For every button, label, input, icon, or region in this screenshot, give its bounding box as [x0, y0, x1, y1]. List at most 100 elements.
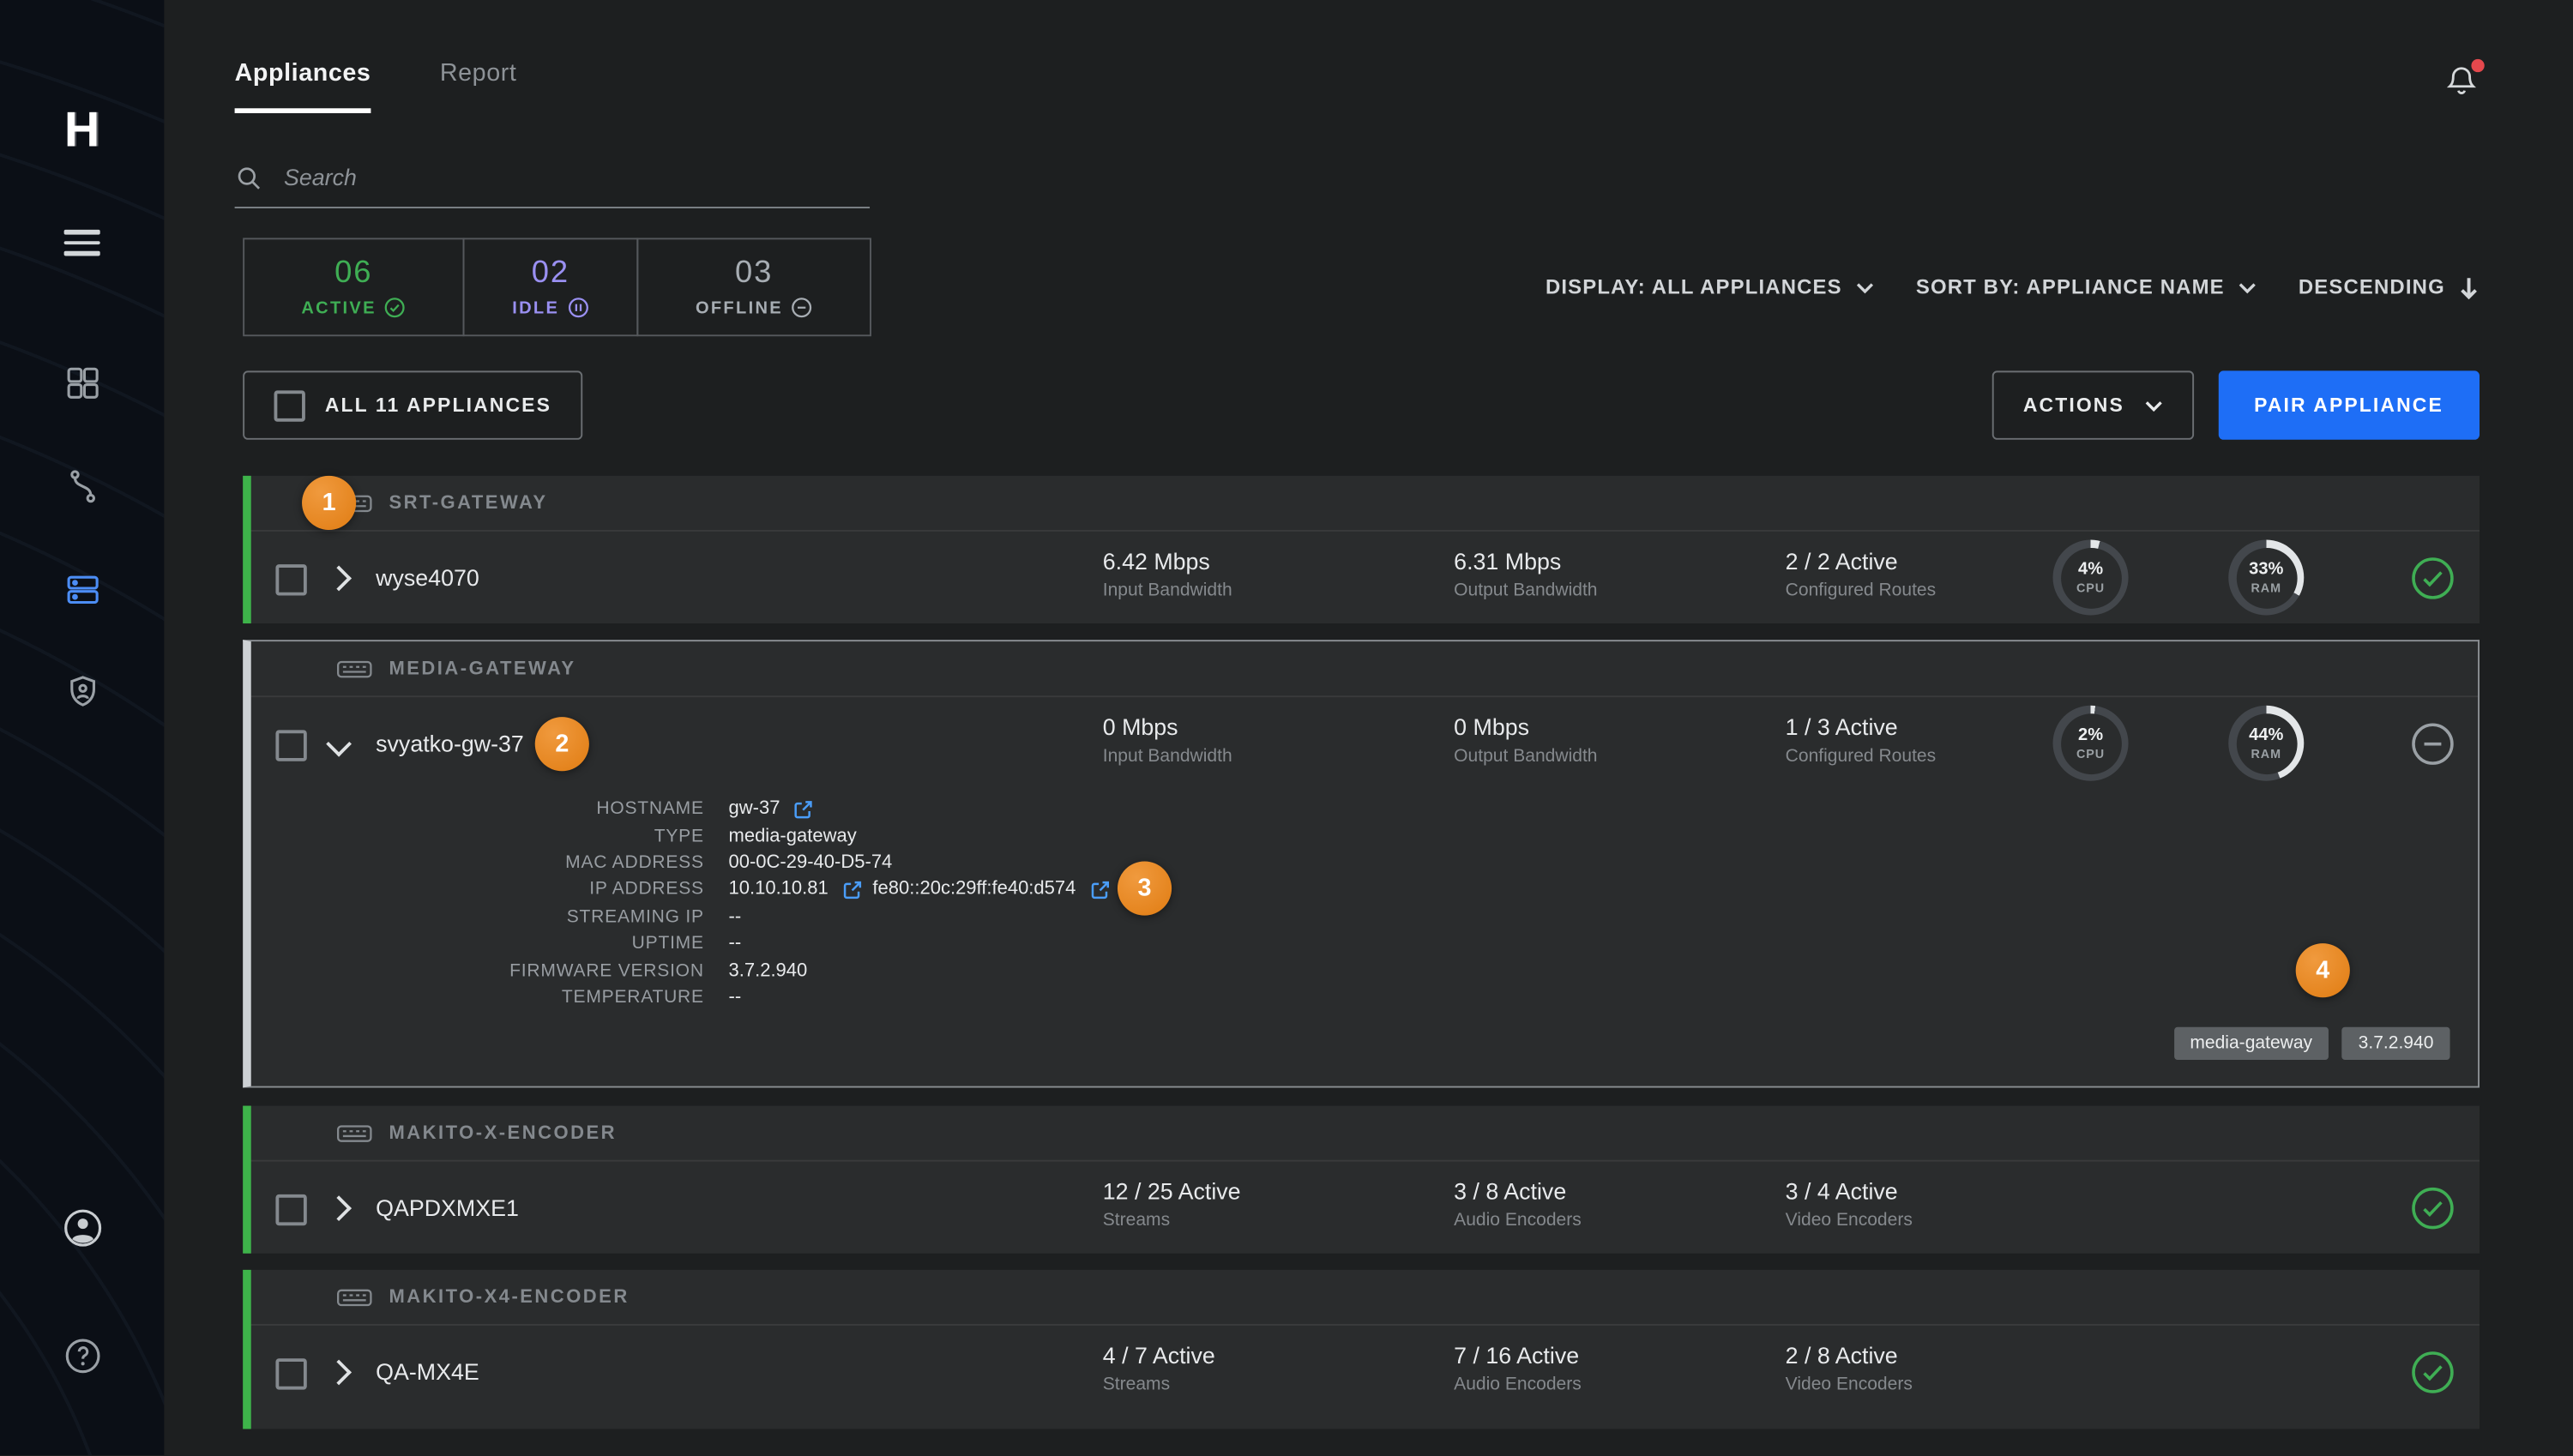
external-link-icon[interactable]: [1089, 879, 1111, 900]
chevron-down-icon: [2238, 281, 2256, 292]
detail-hostname: HOSTNAME gw-37: [251, 796, 2478, 822]
appliance-row[interactable]: wyse4070 6.42 Mbps Input Bandwidth 6.31 …: [251, 532, 2480, 625]
tag-chip: 3.7.2.940: [2342, 1027, 2450, 1060]
idle-label: IDLE: [512, 297, 588, 318]
metric-audio-encoders: 3 / 8 Active Audio Encoders: [1454, 1178, 1582, 1230]
status-offline-icon: [2411, 722, 2455, 767]
appliance-type-icon: [336, 1123, 372, 1143]
sidebar-item-routes[interactable]: [0, 466, 164, 505]
detail-type: TYPE media-gateway: [251, 822, 2478, 849]
tag-chip: media-gateway: [2173, 1027, 2329, 1060]
group-header: MAKITO-X-ENCODER: [251, 1106, 2480, 1162]
appliance-type-icon: [336, 1287, 372, 1307]
sidebar-item-security[interactable]: [0, 671, 164, 711]
appliance-name[interactable]: wyse4070: [376, 564, 479, 591]
appliance-checkbox[interactable]: [275, 1194, 306, 1225]
offline-count: 03: [735, 256, 773, 292]
idle-count: 02: [532, 256, 569, 292]
appliance-row[interactable]: QAPDXMXE1 12 / 25 Active Streams 3 / 8 A…: [251, 1162, 2480, 1255]
toolbar-row: ALL 11 APPLIANCES ACTIONS PAIR APPLIANCE: [243, 370, 2480, 439]
sidebar-item-appliances[interactable]: [0, 569, 164, 609]
sidebar: H: [0, 0, 164, 1455]
sidebar-item-help[interactable]: [0, 1335, 164, 1375]
sidebar-item-account[interactable]: [0, 1207, 164, 1247]
appliance-checkbox[interactable]: [275, 564, 306, 595]
status-ok-icon: [2411, 557, 2455, 601]
appliance-name[interactable]: QA-MX4E: [376, 1358, 479, 1385]
notifications-button[interactable]: [2443, 63, 2480, 99]
actions-button[interactable]: ACTIONS: [1992, 370, 2194, 439]
summary-active[interactable]: 06 ACTIVE: [243, 238, 464, 336]
sidebar-item-dashboard[interactable]: [0, 363, 164, 402]
toolbar-actions: ACTIONS PAIR APPLIANCE: [1992, 370, 2480, 439]
hamburger-icon: [64, 230, 100, 234]
tab-bar: Appliances Report: [235, 59, 517, 113]
tab-report[interactable]: Report: [440, 59, 517, 113]
search-bar: [235, 162, 870, 208]
metric-streams: 12 / 25 Active Streams: [1103, 1178, 1241, 1230]
detail-mac-address: MAC ADDRESS 00-0C-29-40-D5-74: [251, 850, 2478, 876]
metric-streams: 4 / 7 Active Streams: [1103, 1342, 1215, 1394]
external-link-icon[interactable]: [841, 879, 863, 900]
status-ok-icon: [2411, 1351, 2455, 1395]
detail-firmware-version: FIRMWARE VERSION 3.7.2.940: [251, 957, 2478, 984]
cpu-gauge: 2% CPU: [2053, 706, 2129, 781]
annotation-marker-3: 3: [1118, 861, 1172, 915]
appliance-checkbox[interactable]: [275, 1358, 306, 1389]
expand-chevron-icon[interactable]: [326, 566, 352, 592]
group-type-label: SRT-GATEWAY: [389, 493, 547, 513]
controls-row: 06 ACTIVE 02 IDLE: [243, 238, 2480, 336]
logo-letter: H: [64, 104, 99, 159]
chevron-down-icon: [2144, 400, 2162, 411]
display-filter[interactable]: DISPLAY: ALL APPLIANCES: [1546, 275, 1873, 298]
menu-toggle-button[interactable]: [0, 223, 164, 262]
external-link-icon[interactable]: [793, 798, 815, 820]
pair-appliance-button[interactable]: PAIR APPLIANCE: [2218, 370, 2480, 439]
appliance-type-icon: [336, 659, 372, 678]
appliance-list: 1 SRT-GATEWAY wyse4070 6.42 Mbps: [243, 476, 2480, 1429]
appliance-name[interactable]: svyatko-gw-37: [376, 730, 524, 756]
select-all-button[interactable]: ALL 11 APPLIANCES: [243, 370, 582, 439]
search-icon: [235, 163, 263, 191]
arrow-down-icon: [2458, 274, 2480, 299]
select-all-checkbox[interactable]: [274, 389, 305, 420]
shield-icon: [63, 671, 101, 709]
appliance-group-makito-x4-encoder: MAKITO-X4-ENCODER QA-MX4E 4 / 7 Active S…: [243, 1270, 2480, 1429]
detail-uptime: UPTIME --: [251, 930, 2478, 957]
expand-chevron-icon[interactable]: [326, 1360, 352, 1386]
active-label: ACTIVE: [301, 297, 406, 318]
dashboard-grid-icon: [63, 364, 101, 401]
user-account-icon: [62, 1206, 103, 1248]
sort-filter[interactable]: SORT BY: APPLIANCE NAME: [1916, 275, 2256, 298]
appliance-row[interactable]: QA-MX4E 4 / 7 Active Streams 7 / 16 Acti…: [251, 1326, 2480, 1419]
group-header: SRT-GATEWAY: [251, 476, 2480, 532]
appliance-tags: media-gateway 3.7.2.940: [2173, 1027, 2449, 1060]
appliance-group-makito-x-encoder: MAKITO-X-ENCODER QAPDXMXE1 12 / 25 Activ…: [243, 1106, 2480, 1254]
group-type-label: MAKITO-X-ENCODER: [389, 1123, 617, 1143]
group-type-label: MEDIA-GATEWAY: [389, 659, 575, 678]
detail-temperature: TEMPERATURE --: [251, 984, 2478, 1010]
pause-circle-icon: [568, 297, 589, 318]
appliance-row[interactable]: svyatko-gw-37 2 0 Mbps Input Bandwidth 0…: [251, 697, 2478, 791]
route-icon: [63, 466, 101, 504]
appliance-details: 3 HOSTNAME gw-37: [251, 796, 2478, 1011]
list-filters: DISPLAY: ALL APPLIANCES SORT BY: APPLIAN…: [1546, 274, 2480, 299]
search-input[interactable]: [280, 162, 870, 191]
collapse-chevron-icon[interactable]: [326, 731, 352, 757]
appliance-name[interactable]: QAPDXMXE1: [376, 1194, 519, 1221]
expand-chevron-icon[interactable]: [326, 1195, 352, 1221]
annotation-marker-1: 1: [302, 476, 356, 530]
annotation-marker-4: 4: [2296, 943, 2350, 997]
summary-offline[interactable]: 03 OFFLINE: [636, 238, 871, 336]
sort-direction-toggle[interactable]: DESCENDING: [2299, 274, 2480, 299]
group-header: MAKITO-X4-ENCODER: [251, 1270, 2480, 1326]
metric-output-bandwidth: 6.31 Mbps Output Bandwidth: [1454, 548, 1597, 600]
appliance-checkbox[interactable]: [275, 730, 306, 761]
metric-configured-routes: 1 / 3 Active Configured Routes: [1786, 713, 1937, 766]
summary-idle[interactable]: 02 IDLE: [463, 238, 639, 336]
metric-input-bandwidth: 6.42 Mbps Input Bandwidth: [1103, 548, 1232, 600]
tab-appliances[interactable]: Appliances: [235, 59, 371, 113]
status-summary: 06 ACTIVE 02 IDLE: [243, 238, 871, 336]
group-type-label: MAKITO-X4-ENCODER: [389, 1287, 629, 1307]
metric-input-bandwidth: 0 Mbps Input Bandwidth: [1103, 713, 1232, 766]
